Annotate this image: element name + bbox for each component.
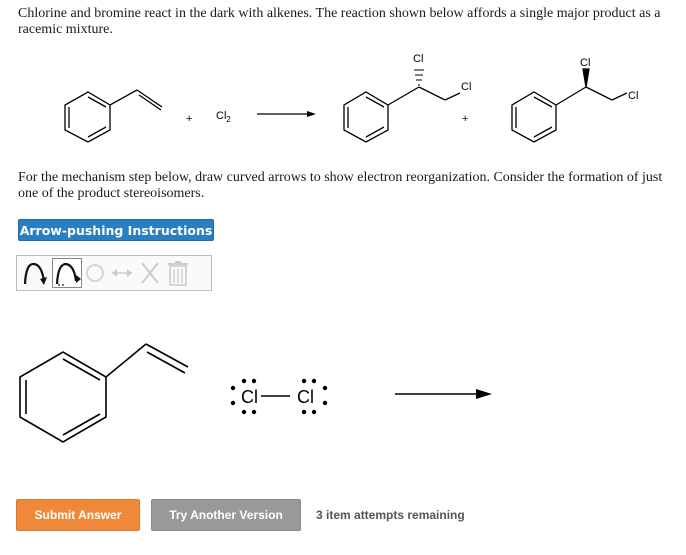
submit-answer-button[interactable]: Submit Answer [16,499,140,531]
cl-label: Cl [413,53,423,65]
product-2 [511,68,628,143]
arrow-pushing-instructions-button[interactable]: Arrow-pushing Instructions [18,219,214,241]
reagent-cl2: Cl2 [216,110,231,124]
drawing-toolbar [16,255,212,291]
cl-atom-label: Cl [241,387,258,407]
cl-label: Cl [628,90,638,102]
cl-atom-label: Cl [297,387,314,407]
plus-sign: + [462,113,468,125]
reaction-scheme: + Cl2 Cl Cl + Cl Cl [64,53,638,143]
try-another-version-button[interactable]: Try Another Version [151,499,301,531]
mechanism-canvas[interactable]: Cl Cl [0,330,686,455]
product-1 [343,69,461,143]
reaction-arrow [257,111,316,117]
question-instruction: For the mechanism step below, draw curve… [18,170,663,201]
double-arrow-tool-icon[interactable] [20,258,50,288]
question-intro: Chlorine and bromine react in the dark w… [18,6,661,37]
plus-sign: + [186,113,192,125]
cl-label: Cl [580,57,590,69]
delete-x-icon[interactable] [137,258,163,288]
single-arrow-tool-icon[interactable] [52,258,82,288]
attempts-remaining-text: 3 item attempts remaining [316,508,465,522]
double-headed-arrow-icon[interactable] [109,258,135,288]
styrene-reactant [64,89,163,143]
trash-icon[interactable] [165,258,191,288]
ring-tool-icon[interactable] [83,258,107,288]
cl2-molecule[interactable]: Cl Cl [230,378,328,415]
mechanism-arrow [395,389,492,399]
cl-label: Cl [461,81,471,93]
styrene-molecule[interactable] [19,343,189,443]
